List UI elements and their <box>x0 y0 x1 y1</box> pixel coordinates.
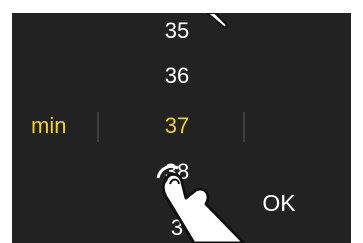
minutes-scroll-wheel[interactable]: 35 36 37 38 3 <box>132 13 222 243</box>
wheel-value-39-partial[interactable]: 3 <box>132 215 222 241</box>
ok-button[interactable]: OK <box>249 183 309 223</box>
wheel-value-35[interactable]: 35 <box>132 18 222 44</box>
unit-label: min <box>31 113 67 138</box>
wheel-value-selected[interactable]: 37 <box>132 113 222 139</box>
column-divider <box>97 112 99 142</box>
wheel-value-36[interactable]: 36 <box>132 63 222 89</box>
column-divider <box>243 112 245 142</box>
wheel-value-38[interactable]: 38 <box>132 159 222 185</box>
time-picker-panel: min 35 36 37 38 3 OK <box>12 13 351 243</box>
